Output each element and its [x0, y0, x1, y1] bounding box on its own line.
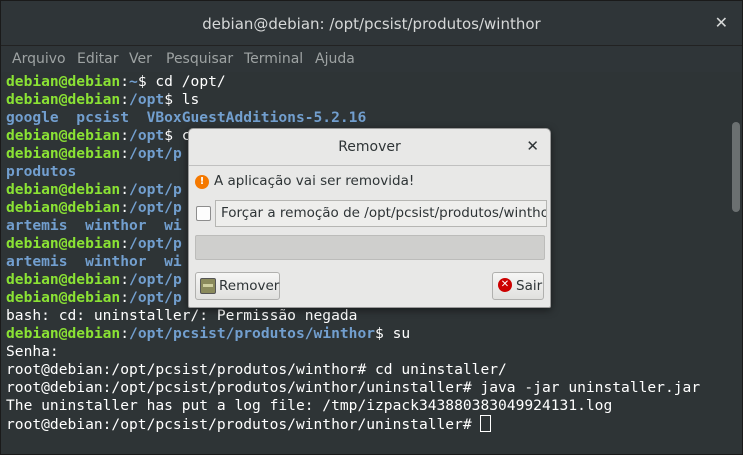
- terminal-line: debian@debian:/opt/p: [6, 235, 182, 253]
- prompt-sep: :: [120, 325, 130, 342]
- scrollbar[interactable]: [732, 122, 740, 212]
- output-text: root@debian:/opt/pcsist/produtos/winthor…: [6, 361, 507, 378]
- prompt-sep: :: [120, 289, 130, 306]
- output-text: root@debian:/opt/pcsist/produtos/winthor…: [6, 379, 701, 396]
- menu-arquivo[interactable]: Arquivo: [12, 51, 66, 67]
- terminal-line: debian@debian:/opt$ ls: [6, 91, 199, 109]
- terminal-line: bash: cd: uninstaller/: Permissão negada: [6, 307, 357, 325]
- prompt-path: /opt/p: [129, 199, 182, 216]
- prompt-user: debian@debian: [6, 91, 121, 108]
- prompt-sep: :: [120, 235, 130, 252]
- menu-terminal[interactable]: Terminal: [244, 51, 303, 67]
- output-text: artemis winthor wi: [6, 253, 182, 270]
- output-text: bash: cd: uninstaller/: Permissão negada: [6, 307, 358, 324]
- prompt-sep: :: [120, 181, 130, 198]
- prompt-sep: :: [120, 271, 130, 288]
- prompt-user: debian@debian: [6, 289, 121, 306]
- terminal-line: debian@debian:~$ cd /opt/: [6, 73, 226, 91]
- dialog-message: A aplicação vai ser removida!: [214, 173, 415, 189]
- command-text: $ cd /opt/: [137, 73, 226, 90]
- output-text: Senha:: [6, 343, 59, 360]
- prompt-sep: :: [120, 91, 130, 108]
- prompt-sep: :: [120, 199, 130, 216]
- terminal-line: debian@debian:/opt/p: [6, 271, 182, 289]
- terminal-line: artemis winthor wi: [6, 253, 182, 271]
- command-text: $ su: [375, 325, 411, 342]
- prompt-sep: :: [120, 145, 130, 162]
- terminal-line: debian@debian:/opt/p: [6, 289, 182, 307]
- force-removal-checkbox[interactable]: [196, 206, 211, 221]
- title-bar: debian@debian: /opt/pcsist/produtos/wint…: [1, 1, 742, 46]
- prompt-path: /opt: [129, 91, 165, 108]
- exit-button-label: Sair: [516, 278, 543, 294]
- menu-bar: Arquivo Editar Ver Pesquisar Terminal Aj…: [1, 46, 742, 72]
- prompt-user: debian@debian: [6, 199, 121, 216]
- close-icon[interactable]: ✕: [715, 13, 728, 32]
- prompt-sep: :: [120, 127, 130, 144]
- terminal-line: debian@debian:/opt/p: [6, 145, 182, 163]
- prompt-path: /opt: [129, 127, 165, 144]
- terminal-line: debian@debian:/opt/pcsist/produtos/winth…: [6, 325, 410, 343]
- terminal-line: root@debian:/opt/pcsist/produtos/winthor…: [6, 415, 492, 433]
- prompt-path: /opt/p: [129, 271, 182, 288]
- menu-pesquisar[interactable]: Pesquisar: [166, 51, 233, 67]
- prompt-sep: :: [120, 73, 130, 90]
- terminal-line: produtos: [6, 163, 76, 181]
- prompt-path: /opt/p: [129, 289, 182, 306]
- trash-icon: [200, 278, 216, 294]
- prompt-path: ~: [129, 73, 138, 90]
- terminal-line: root@debian:/opt/pcsist/produtos/winthor…: [6, 361, 507, 379]
- prompt-user: debian@debian: [6, 235, 121, 252]
- prompt-user: debian@debian: [6, 271, 121, 288]
- output-text: The uninstaller has put a log file: /tmp…: [6, 397, 613, 414]
- warning-icon: !: [195, 175, 209, 189]
- terminal-line: root@debian:/opt/pcsist/produtos/winthor…: [6, 379, 700, 397]
- output-text: produtos: [6, 163, 77, 180]
- force-removal-label-field[interactable]: Forçar a remoção de /opt/pcsist/produtos…: [215, 200, 547, 227]
- terminal-line: debian@debian:/opt$ c: [6, 127, 191, 145]
- output-text: google pcsist VBoxGuestAdditions-5.2.16: [6, 109, 367, 126]
- menu-ver[interactable]: Ver: [129, 51, 152, 67]
- terminal-line: google pcsist VBoxGuestAdditions-5.2.16: [6, 109, 366, 127]
- menu-ajuda[interactable]: Ajuda: [315, 51, 355, 67]
- dialog-title: Remover: [338, 139, 401, 155]
- command-text: $ ls: [164, 91, 200, 108]
- menu-editar[interactable]: Editar: [77, 51, 118, 67]
- window-title: debian@debian: /opt/pcsist/produtos/wint…: [202, 15, 541, 33]
- prompt-user: debian@debian: [6, 73, 121, 90]
- terminal-line: artemis winthor wi: [6, 217, 182, 235]
- prompt-path: /opt/pcsist/produtos/winthor: [129, 325, 376, 342]
- remove-button-label: Remover: [219, 278, 280, 294]
- prompt-path: /opt/p: [129, 181, 182, 198]
- removal-progress-bar: [195, 235, 545, 260]
- prompt-user: debian@debian: [6, 127, 121, 144]
- prompt-user: debian@debian: [6, 325, 121, 342]
- exit-button[interactable]: ✕ Sair: [492, 272, 544, 300]
- prompt-path: /opt/p: [129, 145, 182, 162]
- terminal-cursor: [480, 415, 492, 432]
- force-removal-label: Forçar a remoção de /opt/pcsist/produtos…: [221, 205, 547, 221]
- command-text: $ c: [164, 127, 191, 144]
- terminal-line: debian@debian:/opt/p: [6, 181, 182, 199]
- prompt-user: debian@debian: [6, 145, 121, 162]
- terminal-line: debian@debian:/opt/p: [6, 199, 182, 217]
- prompt-user: debian@debian: [6, 181, 121, 198]
- terminal-line: The uninstaller has put a log file: /tmp…: [6, 397, 612, 415]
- output-text: artemis winthor wi: [6, 217, 182, 234]
- remove-dialog: Remover ✕ ! A aplicação vai ser removida…: [188, 128, 551, 308]
- output-text: root@debian:/opt/pcsist/produtos/winthor…: [6, 416, 481, 433]
- prompt-path: /opt/p: [129, 235, 182, 252]
- exit-icon: ✕: [498, 278, 512, 292]
- remove-button[interactable]: Remover: [195, 272, 280, 300]
- dialog-close-icon[interactable]: ✕: [526, 137, 539, 155]
- terminal-line: Senha:: [6, 343, 59, 361]
- dialog-title-bar: Remover ✕: [189, 129, 550, 166]
